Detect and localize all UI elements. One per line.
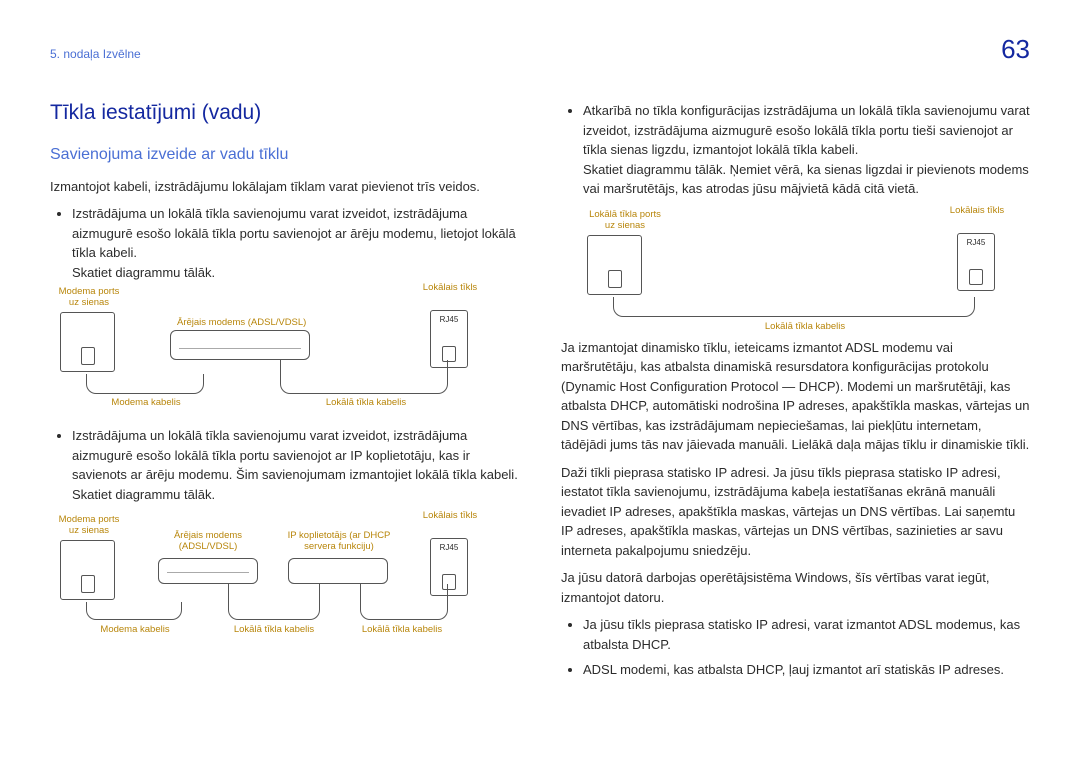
method-3-text: Atkarībā no tīkla konfigurācijas izstrād… — [583, 103, 1030, 157]
lan-cable-label-2: Lokālā tīkla kabelis — [346, 624, 458, 635]
wall-port-icon — [587, 235, 642, 295]
lan-cable-line — [613, 297, 975, 317]
method-list-2: Izstrādājuma un lokālā tīkla savienojumu… — [50, 426, 519, 504]
modem-cable-label: Modema kabelis — [90, 624, 180, 635]
right-column: Atkarībā no tīkla konfigurācijas izstrād… — [561, 97, 1030, 686]
wall-port-icon — [60, 312, 115, 372]
diagram-wall-direct-product: Lokālā tīkla ports uz sienas Lokālais tī… — [587, 209, 1030, 324]
lan-wall-port-label: Lokālā tīkla ports uz sienas — [585, 209, 665, 232]
list-item: Izstrādājuma un lokālā tīkla savienojumu… — [72, 426, 519, 504]
diagram-wall-modem-product: Modema ports uz sienas Ārējais modems (A… — [60, 292, 519, 412]
method-2-text: Izstrādājuma un lokālā tīkla savienojumu… — [72, 428, 518, 482]
lan-cable-line-2 — [360, 584, 448, 620]
page-title: Tīkla iestatījumi (vadu) — [50, 97, 519, 129]
modem-icon — [170, 330, 310, 360]
manual-page: 5. nodaļa Izvēlne 63 Tīkla iestatījumi (… — [0, 0, 1080, 726]
method-list-3: Atkarībā no tīkla konfigurācijas izstrād… — [561, 101, 1030, 199]
see-diagram-text: Skatiet diagrammu tālāk. — [72, 487, 215, 502]
list-item: Ja jūsu tīkls pieprasa statisko IP adres… — [583, 615, 1030, 654]
method-1-text: Izstrādājuma un lokālā tīkla savienojumu… — [72, 206, 516, 260]
two-column-layout: Tīkla iestatījumi (vadu) Savienojuma izv… — [50, 97, 1030, 686]
wall-port-label: Modema ports uz sienas — [58, 286, 120, 309]
windows-values-paragraph: Ja jūsu datorā darbojas operētājsistēma … — [561, 568, 1030, 607]
lan-title-label: Lokālais tīkls — [415, 282, 485, 293]
page-number: 63 — [1001, 30, 1030, 69]
notes-list: Ja jūsu tīkls pieprasa statisko IP adres… — [561, 615, 1030, 680]
method-list: Izstrādājuma un lokālā tīkla savienojumu… — [50, 204, 519, 282]
lan-cable-line — [280, 360, 448, 394]
left-column: Tīkla iestatījumi (vadu) Savienojuma izv… — [50, 97, 519, 686]
lan-title-label: Lokālais tīkls — [415, 510, 485, 521]
lan-title-label: Lokālais tīkls — [942, 205, 1012, 216]
list-item: Izstrādājuma un lokālā tīkla savienojumu… — [72, 204, 519, 282]
modem-cable-line — [86, 374, 204, 394]
modem-cable-line — [86, 602, 182, 620]
ip-sharer-label: IP koplietotājs (ar DHCP servera funkcij… — [284, 530, 394, 553]
static-ip-paragraph: Daži tīkli pieprasa statisko IP adresi. … — [561, 463, 1030, 561]
modem-icon — [158, 558, 258, 584]
diagram-wall-modem-router-product: Modema ports uz sienas Ārējais modems (A… — [60, 514, 519, 644]
chapter-label: 5. nodaļa Izvēlne — [50, 45, 141, 63]
external-modem-label: Ārējais modems (ADSL/VDSL) — [177, 317, 305, 328]
lan-cable-label: Lokālā tīkla kabelis — [318, 397, 414, 408]
intro-text: Izmantojot kabeli, izstrādājumu lokālaja… — [50, 177, 519, 197]
lan-cable-label-1: Lokālā tīkla kabelis — [218, 624, 330, 635]
section-title: Savienojuma izveide ar vadu tīklu — [50, 143, 519, 167]
dhcp-paragraph: Ja izmantojat dinamisko tīklu, ieteicams… — [561, 338, 1030, 455]
see-diagram-text: Skatiet diagrammu tālāk. — [72, 265, 215, 280]
modem-cable-label: Modema kabelis — [102, 397, 190, 408]
external-modem-label: Ārējais modems (ADSL/VDSL) — [160, 530, 256, 553]
lan-cable-label: Lokālā tīkla kabelis — [757, 321, 853, 332]
lan-cable-line-1 — [228, 584, 320, 620]
list-item: Atkarībā no tīkla konfigurācijas izstrād… — [583, 101, 1030, 199]
router-icon — [288, 558, 388, 584]
see-diagram-text-3: Skatiet diagrammu tālāk. Ņemiet vērā, ka… — [583, 162, 1029, 197]
wall-port-icon — [60, 540, 115, 600]
wall-port-label: Modema ports uz sienas — [58, 514, 120, 537]
page-header: 5. nodaļa Izvēlne 63 — [50, 30, 1030, 69]
list-item: ADSL modemi, kas atbalsta DHCP, ļauj izm… — [583, 660, 1030, 680]
rj45-port-icon: RJ45 — [957, 233, 995, 291]
